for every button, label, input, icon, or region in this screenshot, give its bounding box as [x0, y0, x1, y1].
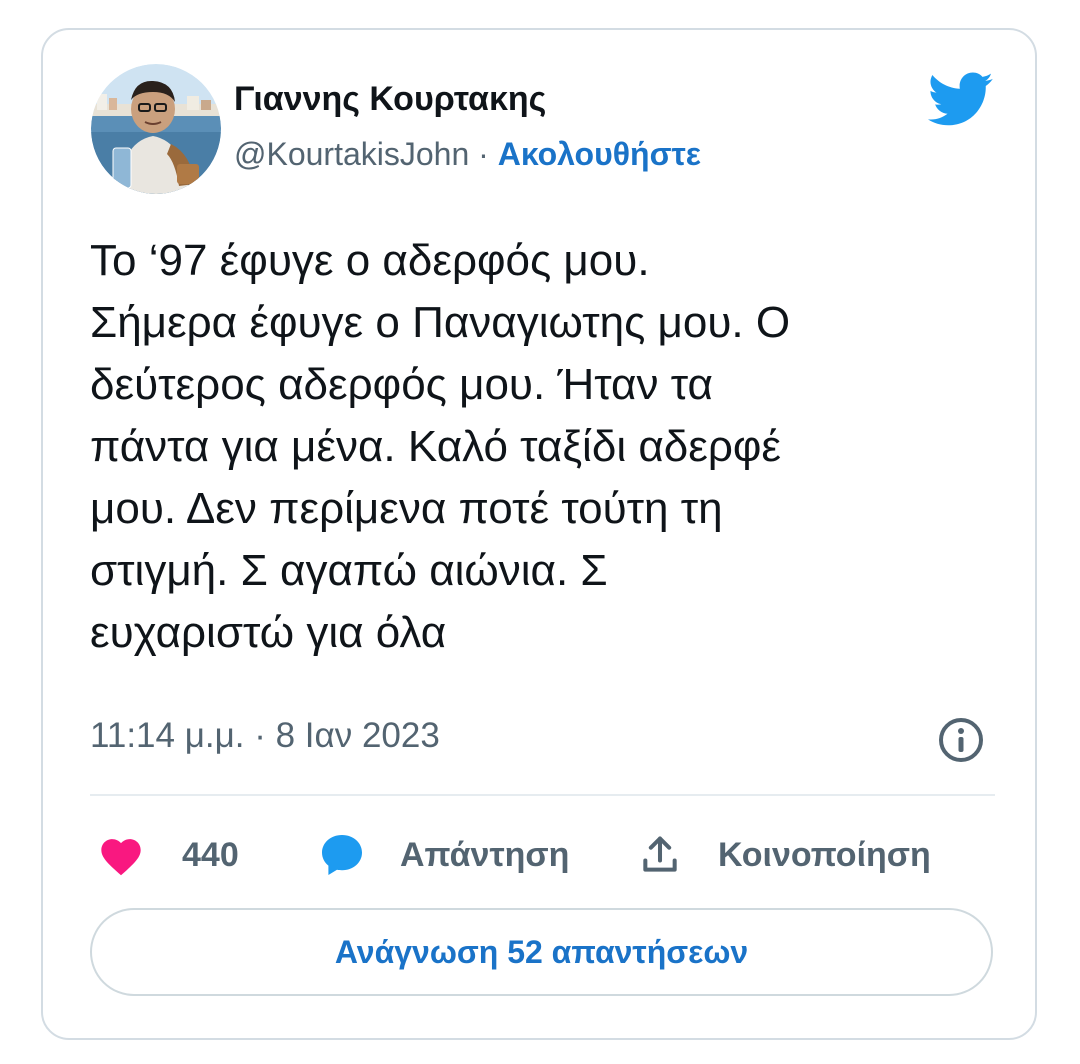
handle-separator: · [469, 136, 498, 172]
tweet-text-line: δεύτερος αδερφός μου. Ήταν τα [90, 360, 713, 409]
tweet-text-line: στιγμή. Σ αγαπώ αιώνια. Σ [90, 546, 608, 595]
share-upload-icon [638, 833, 682, 877]
author-display-name[interactable]: Γιαννης Κουρτακης [234, 80, 546, 119]
avatar-image [91, 64, 221, 194]
tweet-card: Γιαννης Κουρτακης @KourtakisJohn · Ακολο… [41, 28, 1037, 1040]
tweet-text: Το ‘97 έφυγε ο αδερφός μου. Σήμερα έφυγε… [90, 230, 1010, 664]
avatar[interactable] [91, 64, 221, 194]
reply-button[interactable]: Απάντηση [318, 820, 569, 890]
speech-bubble-icon [318, 831, 366, 879]
author-handle-row: @KourtakisJohn · Ακολουθήστε [234, 136, 701, 173]
tweet-timestamp[interactable]: 11:14 μ.μ. · 8 Ιαν 2023 [90, 716, 440, 756]
tweet-text-line: μου. Δεν περίμενα ποτέ τούτη τη [90, 484, 723, 533]
action-bar: 440 Απάντηση Κοινοποίηση [90, 820, 995, 890]
info-glyph [939, 718, 983, 762]
tweet-text-line: πάντα για μένα. Καλό ταξίδι αδερφέ [90, 422, 782, 471]
reply-label: Απάντηση [400, 835, 570, 874]
author-handle[interactable]: @KourtakisJohn [234, 136, 469, 172]
tweet-text-line: Σήμερα έφυγε ο Παναγιωτης μου. Ο [90, 298, 791, 347]
share-label: Κοινοποίηση [718, 835, 931, 874]
heart-icon [98, 834, 144, 876]
tweet-text-line: Το ‘97 έφυγε ο αδερφός μου. [90, 236, 650, 285]
read-replies-label: Ανάγνωση 52 απαντήσεων [334, 933, 749, 970]
info-icon[interactable] [937, 716, 985, 764]
twitter-bird-icon[interactable] [927, 72, 994, 128]
twitter-bird-glyph [927, 72, 993, 126]
tweet-text-line: ευχαριστώ για όλα [90, 608, 447, 657]
like-count: 440 [182, 835, 239, 874]
divider [90, 794, 995, 796]
share-button[interactable]: Κοινοποίηση [638, 820, 931, 890]
follow-link[interactable]: Ακολουθήστε [498, 136, 701, 172]
like-button[interactable]: 440 [98, 820, 239, 890]
read-replies-button[interactable]: Ανάγνωση 52 απαντήσεων [90, 908, 993, 996]
